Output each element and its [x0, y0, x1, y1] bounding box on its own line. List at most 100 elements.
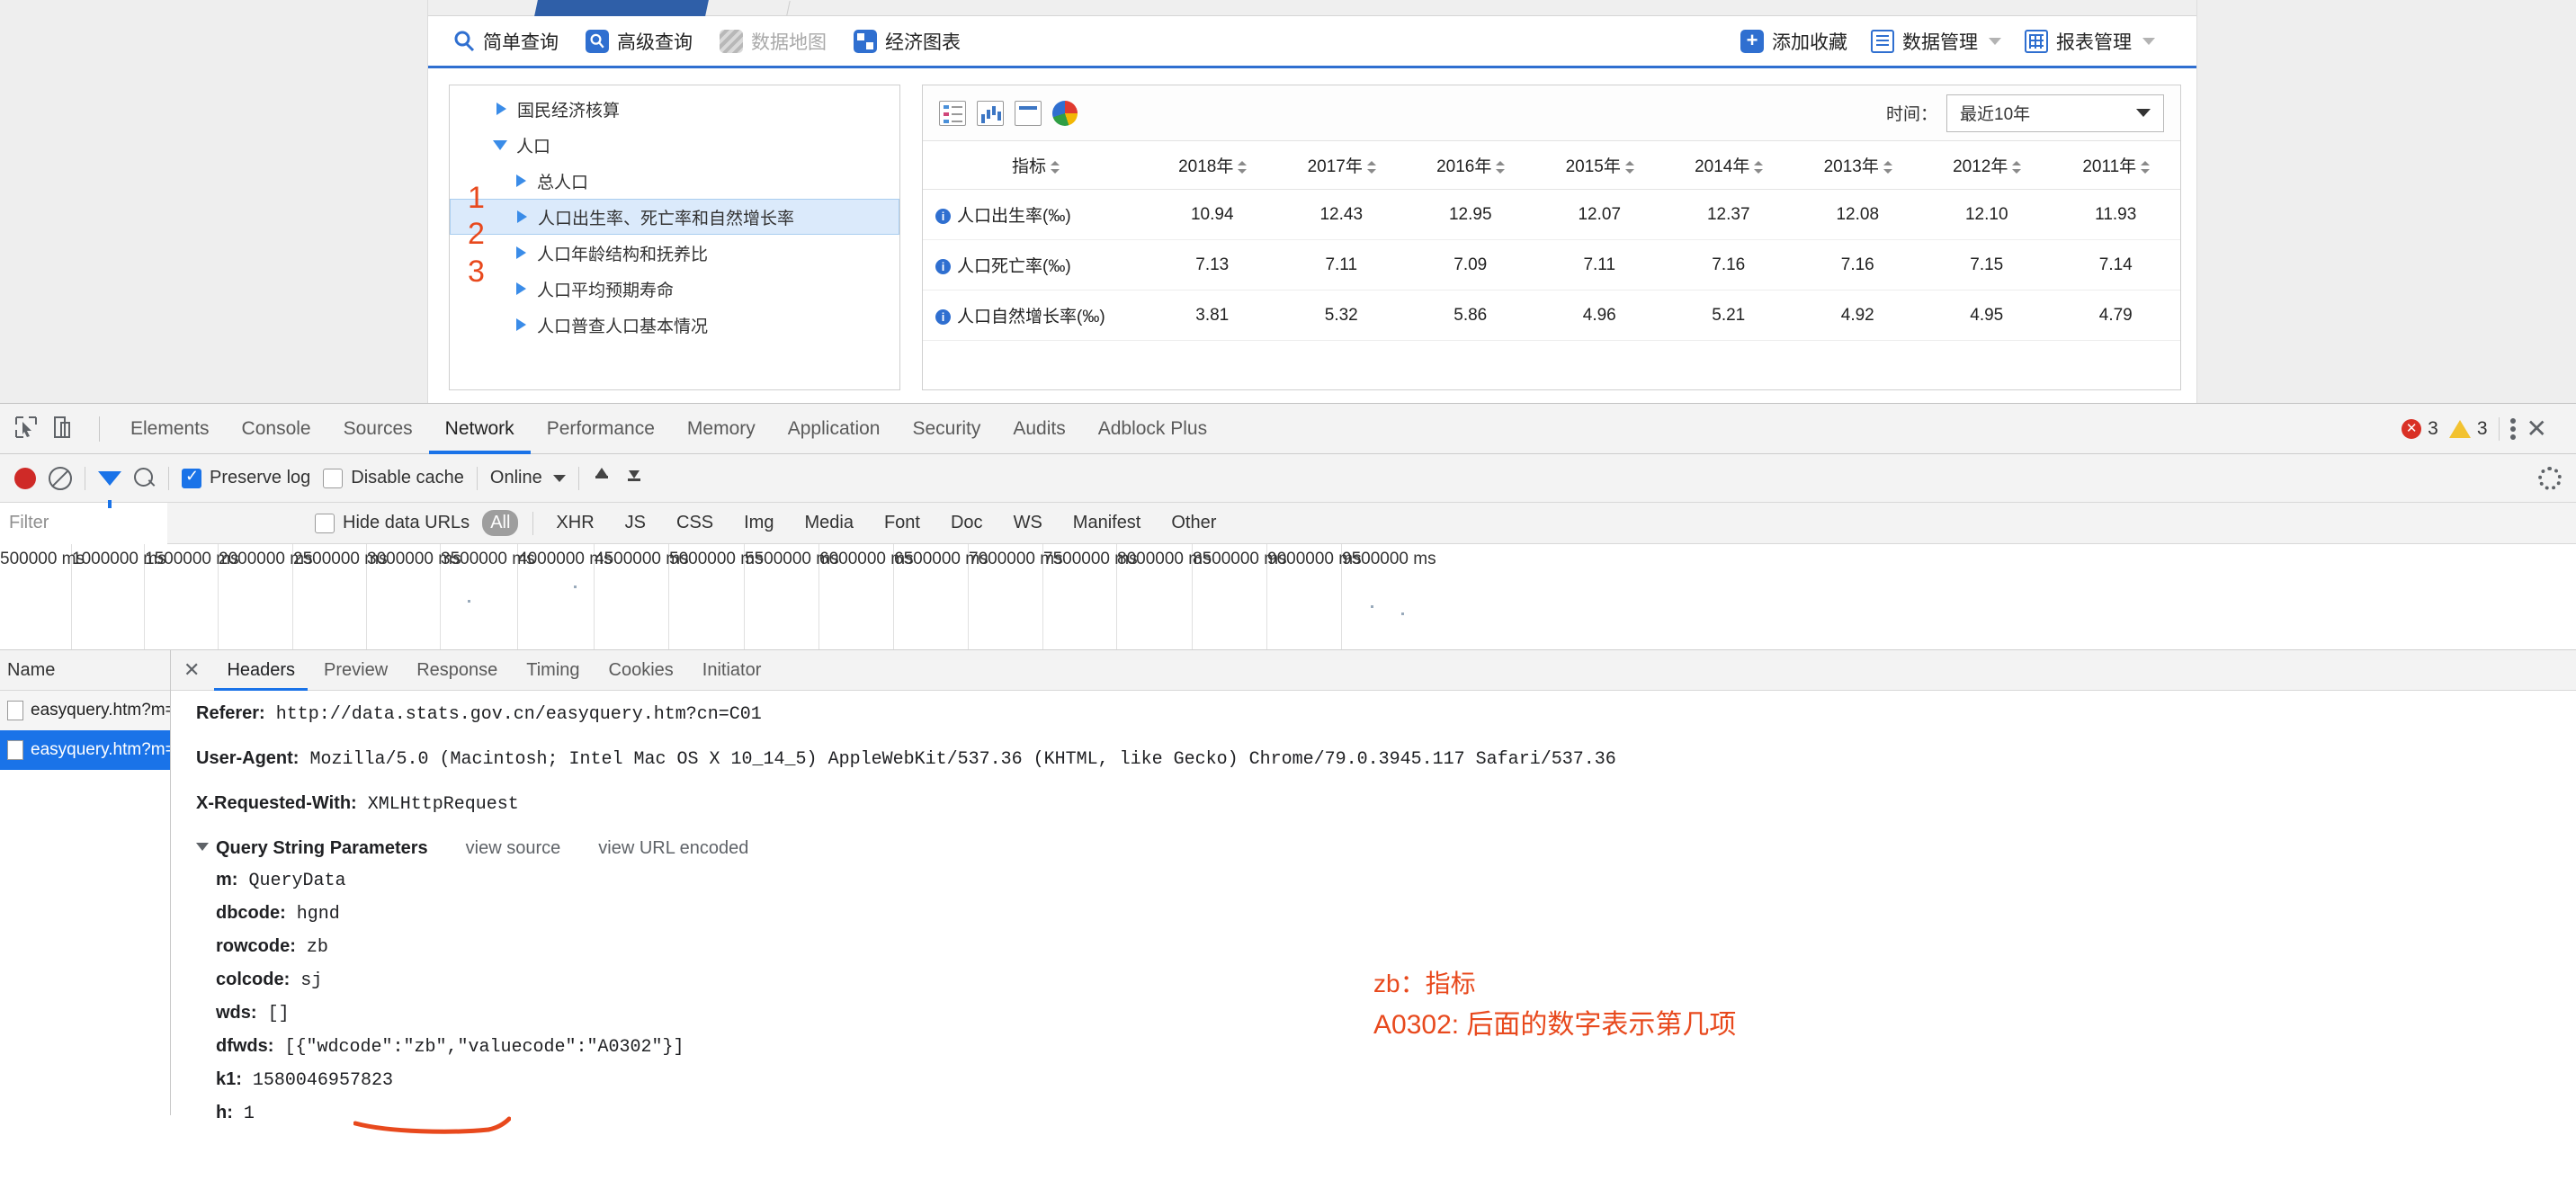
column-header-indicator[interactable]: 指标 [923, 141, 1148, 190]
column-header-2013[interactable]: 2013年 [1793, 141, 1923, 190]
data-map-button[interactable]: 数据地图 [720, 28, 827, 55]
report-management-button[interactable]: 报表管理 [2025, 28, 2155, 55]
tab-console[interactable]: Console [226, 404, 327, 454]
chevron-right-icon[interactable] [516, 282, 526, 295]
add-favorite-button[interactable]: + 添加收藏 [1740, 28, 1847, 55]
chevron-down-icon[interactable] [1989, 38, 2001, 45]
detail-tab-timing[interactable]: Timing [514, 650, 592, 691]
more-options-icon[interactable] [2510, 417, 2516, 441]
pie-chart-icon[interactable] [1052, 101, 1078, 126]
request-list-header[interactable]: Name [0, 650, 170, 691]
tab-memory[interactable]: Memory [671, 404, 772, 454]
info-icon[interactable]: i [935, 259, 951, 274]
tree-item-life-expectancy[interactable]: 人口平均预期寿命 [450, 271, 899, 307]
search-icon[interactable] [134, 468, 156, 489]
preserve-log-control[interactable]: Preserve log [182, 468, 310, 488]
type-filter-font[interactable]: Font [876, 510, 928, 536]
preserve-log-checkbox[interactable] [182, 469, 201, 488]
info-icon[interactable]: i [935, 209, 951, 224]
view-url-encoded-link[interactable]: view URL encoded [598, 838, 748, 859]
sort-icon[interactable] [1625, 160, 1633, 174]
import-har-icon[interactable] [592, 468, 612, 489]
error-count-badge[interactable]: ✕ 3 [2402, 418, 2438, 440]
type-filter-other[interactable]: Other [1163, 510, 1224, 536]
throttling-select[interactable]: Online [490, 468, 566, 488]
detail-tab-cookies[interactable]: Cookies [596, 650, 686, 691]
tab-elements[interactable]: Elements [114, 404, 226, 454]
type-filter-xhr[interactable]: XHR [548, 510, 602, 536]
type-filter-css[interactable]: CSS [668, 510, 721, 536]
column-header-2015[interactable]: 2015年 [1535, 141, 1665, 190]
list-item[interactable]: easyquery.htm?m=Query... [0, 691, 170, 730]
tree-item-national-accounts[interactable]: 国民经济核算 [450, 91, 899, 127]
column-header-2017[interactable]: 2017年 [1277, 141, 1407, 190]
type-filter-img[interactable]: Img [736, 510, 782, 536]
network-overview-timeline[interactable]: 500000 ms 1000000 ms 1500000 ms 2000000 … [0, 544, 2576, 650]
site-tab-active[interactable] [534, 0, 709, 16]
type-filter-all[interactable]: All [482, 510, 518, 536]
hbar-chart-icon[interactable] [1015, 101, 1042, 126]
chevron-right-icon[interactable] [516, 174, 526, 187]
sort-icon[interactable] [1051, 160, 1059, 174]
economic-chart-button[interactable]: 经济图表 [854, 28, 961, 55]
type-filter-js[interactable]: JS [617, 510, 654, 536]
chevron-down-icon[interactable] [493, 140, 507, 150]
data-management-button[interactable]: 数据管理 [1871, 28, 2001, 55]
column-header-2016[interactable]: 2016年 [1406, 141, 1535, 190]
sort-icon[interactable] [1496, 160, 1504, 174]
tab-security[interactable]: Security [896, 404, 997, 454]
tree-item-census-basics[interactable]: 人口普查人口基本情况 [450, 307, 899, 343]
hide-data-urls-checkbox[interactable] [315, 514, 335, 533]
detail-tab-response[interactable]: Response [404, 650, 510, 691]
chevron-right-icon[interactable] [496, 103, 506, 115]
sort-icon[interactable] [1238, 160, 1246, 174]
sort-icon[interactable] [1367, 160, 1375, 174]
detail-tab-preview[interactable]: Preview [311, 650, 400, 691]
table-view-icon[interactable] [939, 101, 966, 126]
close-devtools-icon[interactable]: ✕ [2527, 416, 2547, 442]
device-toolbar-icon[interactable] [49, 414, 79, 444]
close-detail-icon[interactable]: ✕ [183, 658, 200, 682]
column-header-2012[interactable]: 2012年 [1922, 141, 2052, 190]
sort-icon[interactable] [1754, 160, 1762, 174]
export-har-icon[interactable] [624, 468, 644, 489]
simple-query-button[interactable]: 简单查询 [453, 28, 559, 55]
chevron-right-icon[interactable] [516, 246, 526, 259]
tree-item-total-population[interactable]: 总人口 [450, 163, 899, 199]
type-filter-doc[interactable]: Doc [943, 510, 991, 536]
type-filter-media[interactable]: Media [796, 510, 861, 536]
advanced-query-button[interactable]: 高级查询 [586, 28, 693, 55]
sort-icon[interactable] [2012, 160, 2020, 174]
detail-tab-headers[interactable]: Headers [214, 650, 308, 691]
column-header-2011[interactable]: 2011年 [2052, 141, 2181, 190]
chevron-down-icon[interactable] [2142, 38, 2155, 45]
tab-sources[interactable]: Sources [327, 404, 429, 454]
warning-count-badge[interactable]: 3 [2449, 418, 2488, 440]
detail-tab-initiator[interactable]: Initiator [690, 650, 774, 691]
type-filter-ws[interactable]: WS [1006, 510, 1051, 536]
bar-chart-icon[interactable] [977, 101, 1004, 126]
sort-icon[interactable] [1883, 160, 1892, 174]
disable-cache-control[interactable]: Disable cache [323, 468, 464, 488]
gear-icon[interactable] [2538, 467, 2562, 490]
tree-item-age-structure[interactable]: 人口年龄结构和抚养比 [450, 235, 899, 271]
filter-icon[interactable] [98, 471, 121, 486]
disable-cache-checkbox[interactable] [323, 469, 343, 488]
chevron-right-icon[interactable] [516, 318, 526, 331]
time-range-select[interactable]: 最近10年 [1946, 94, 2164, 132]
tree-item-birth-death-growth-rate[interactable]: 人口出生率、死亡率和自然增长率 [450, 199, 899, 235]
type-filter-manifest[interactable]: Manifest [1065, 510, 1149, 536]
tab-audits[interactable]: Audits [997, 404, 1081, 454]
column-header-2014[interactable]: 2014年 [1664, 141, 1793, 190]
view-source-link[interactable]: view source [466, 838, 561, 859]
chevron-down-icon[interactable] [196, 843, 209, 851]
inspect-element-icon[interactable] [13, 414, 43, 444]
filter-input[interactable] [0, 503, 167, 544]
tab-network[interactable]: Network [429, 404, 531, 454]
hide-data-urls-control[interactable]: Hide data URLs [315, 513, 470, 533]
list-item[interactable]: easyquery.htm?m=Query... [0, 730, 170, 770]
tree-item-population[interactable]: 人口 [450, 127, 899, 163]
clear-icon[interactable] [49, 467, 72, 490]
chevron-right-icon[interactable] [517, 210, 527, 223]
info-icon[interactable]: i [935, 309, 951, 325]
